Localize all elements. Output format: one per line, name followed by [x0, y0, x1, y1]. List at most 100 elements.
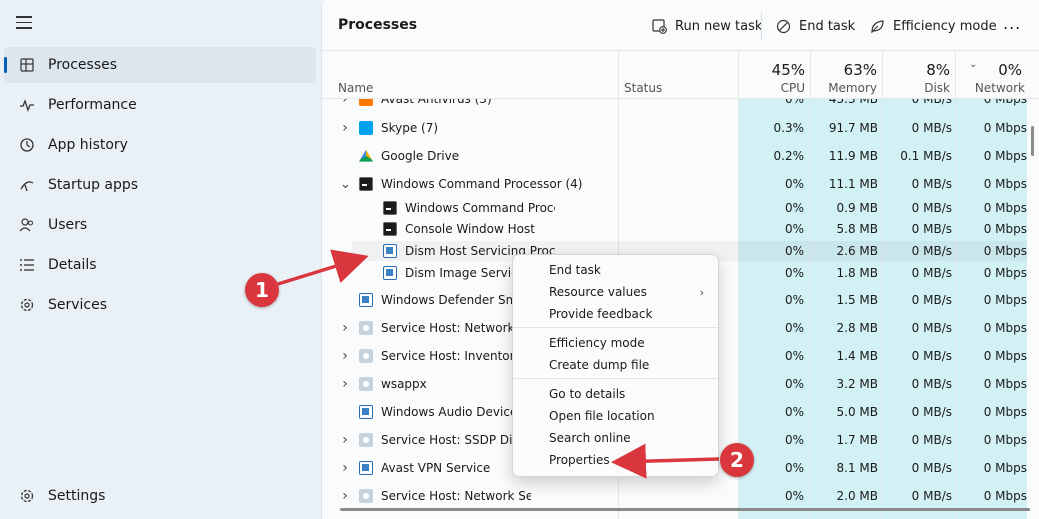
- end-task-button[interactable]: End task: [775, 15, 855, 37]
- chevron-right-icon[interactable]: ›: [340, 320, 350, 336]
- cell-network: 0 Mbps: [983, 293, 1027, 307]
- cell-network: 0 Mbps: [983, 121, 1027, 135]
- sidebar-item-label: Services: [48, 297, 108, 313]
- run-new-task-button[interactable]: Run new task: [651, 15, 762, 37]
- cell-network: 0 Mbps: [983, 349, 1027, 363]
- annotation-badge-2: 2: [720, 443, 754, 477]
- cell-memory: 43.3 MB: [828, 99, 878, 106]
- table-row[interactable]: ⌄ Windows Command Processor (4) 0% 11.1 MB 0…: [322, 172, 1027, 196]
- table-row[interactable]: › Service Host: Network Service 0% 2.0 MB 0 …: [322, 484, 1027, 508]
- menu-item-resource-values[interactable]: Resource values ›: [517, 281, 716, 303]
- column-header-status[interactable]: Status: [618, 51, 738, 99]
- column-network-label: Network: [974, 81, 1025, 95]
- sidebar-item-startup-apps[interactable]: Startup apps: [4, 167, 316, 203]
- gear-icon: [359, 349, 373, 363]
- cell-cpu: 0%: [784, 177, 804, 191]
- sidebar-item-app-history[interactable]: App history: [4, 127, 316, 163]
- cell-memory: 1.8 MB: [836, 266, 878, 280]
- sidebar-item-users[interactable]: Users: [4, 207, 316, 243]
- process-name: Service Host: SSDP Discov: [381, 433, 531, 447]
- table-row[interactable]: Windows Command Processor 0% 0.9 MB 0 MB/s 0…: [322, 198, 1027, 218]
- chevron-right-icon[interactable]: ›: [340, 99, 350, 107]
- cell-disk: 0 MB/s: [911, 121, 952, 135]
- cmd-icon: [359, 177, 373, 191]
- table-row[interactable]: Google Drive 0.2% 11.9 MB 0.1 MB/s 0 Mbps: [322, 144, 1027, 168]
- network-percent: 0%: [998, 61, 1022, 79]
- page-title: Processes: [338, 17, 418, 33]
- sort-chevron-icon: ⌄: [969, 59, 978, 70]
- menu-item-go-to-details[interactable]: Go to details: [517, 383, 716, 405]
- table-row[interactable]: Console Window Host 0% 5.8 MB 0 MB/s 0 Mbps: [322, 219, 1027, 239]
- sidebar-item-label: App history: [48, 137, 128, 153]
- horizontal-scrollbar[interactable]: [340, 508, 1030, 511]
- column-header-cpu[interactable]: 45% CPU: [739, 51, 811, 99]
- cell-memory: 2.0 MB: [836, 489, 878, 503]
- chevron-down-icon[interactable]: ⌄: [340, 177, 351, 192]
- column-header-network[interactable]: 0% Network: [956, 51, 1028, 99]
- efficiency-mode-button[interactable]: Efficiency mode: [869, 15, 997, 37]
- cmd-icon: [383, 201, 397, 215]
- menu-item-efficiency-mode[interactable]: Efficiency mode: [517, 332, 716, 354]
- menu-item-open-file-location[interactable]: Open file location: [517, 405, 716, 427]
- chevron-right-icon[interactable]: ›: [340, 120, 350, 136]
- process-name: Windows Command Processor (4): [381, 177, 583, 191]
- window-icon: [383, 266, 397, 280]
- sidebar-item-performance[interactable]: Performance: [4, 87, 316, 123]
- sidebar-item-label: Performance: [48, 97, 137, 113]
- cmd-icon: [383, 222, 397, 236]
- toolbar: Processes Run new task End task Efficien…: [322, 0, 1039, 50]
- toolbar-divider: [761, 12, 762, 40]
- details-icon: [18, 256, 36, 274]
- cell-cpu: 0%: [784, 433, 804, 447]
- window-icon: [359, 293, 373, 307]
- cell-cpu: 0%: [784, 201, 804, 215]
- cell-network: 0 Mbps: [983, 149, 1027, 163]
- cell-disk: 0 MB/s: [911, 99, 952, 106]
- cell-disk: 0 MB/s: [911, 461, 952, 475]
- cell-disk: 0 MB/s: [911, 321, 952, 335]
- table-row[interactable]: › Skype (7) 0.3% 91.7 MB 0 MB/s 0 Mbps: [322, 116, 1027, 140]
- process-name: Windows Audio Device G: [381, 405, 531, 419]
- menu-item-end-task[interactable]: End task: [517, 259, 716, 281]
- menu-item-provide-feedback[interactable]: Provide feedback: [517, 303, 716, 325]
- cell-disk: 0 MB/s: [911, 293, 952, 307]
- chevron-right-icon[interactable]: ›: [340, 488, 350, 504]
- sidebar-item-label: Users: [48, 217, 88, 233]
- cell-network: 0 Mbps: [983, 201, 1027, 215]
- column-memory-label: Memory: [828, 81, 877, 95]
- window-icon: [383, 244, 397, 258]
- column-header-memory[interactable]: 63% Memory: [811, 51, 883, 99]
- process-name: Avast VPN Service: [381, 461, 491, 475]
- sidebar-item-processes[interactable]: Processes: [4, 47, 316, 83]
- column-header-disk[interactable]: 8% Disk: [883, 51, 956, 99]
- more-options-icon[interactable]: ...: [1003, 14, 1021, 33]
- column-disk-label: Disk: [924, 81, 950, 95]
- chevron-right-icon[interactable]: ›: [340, 376, 350, 392]
- sidebar-item-settings[interactable]: Settings: [4, 478, 316, 514]
- chevron-right-icon[interactable]: ›: [340, 348, 350, 364]
- sidebar: Processes Performance App history Startu…: [0, 0, 321, 519]
- cell-cpu: 0%: [784, 405, 804, 419]
- gear-icon: [359, 433, 373, 447]
- end-task-icon: [775, 18, 791, 34]
- chevron-right-icon[interactable]: ›: [340, 460, 350, 476]
- chevron-right-icon[interactable]: ›: [340, 432, 350, 448]
- cell-network: 0 Mbps: [983, 99, 1027, 106]
- cell-network: 0 Mbps: [983, 177, 1027, 191]
- cell-memory: 11.1 MB: [828, 177, 878, 191]
- cell-network: 0 Mbps: [983, 266, 1027, 280]
- vertical-scrollbar[interactable]: [1031, 126, 1034, 156]
- menu-item-properties[interactable]: Properties: [517, 449, 716, 471]
- cell-memory: 3.2 MB: [836, 377, 878, 391]
- menu-item-search-online[interactable]: Search online: [517, 427, 716, 449]
- skype-icon: [359, 121, 373, 135]
- cell-network: 0 Mbps: [983, 489, 1027, 503]
- process-name: Google Drive: [381, 149, 460, 163]
- column-header-name[interactable]: Name: [322, 51, 618, 99]
- cell-disk: 0.1 MB/s: [900, 149, 952, 163]
- hamburger-menu-icon[interactable]: [16, 16, 32, 30]
- table-row[interactable]: › Avast Antivirus (3) 0% 43.3 MB 0 MB/s 0 Mbp…: [322, 99, 1027, 111]
- cell-memory: 5.0 MB: [836, 405, 878, 419]
- process-name: Windows Defender Smart: [381, 293, 531, 307]
- menu-item-create-dump-file[interactable]: Create dump file: [517, 354, 716, 376]
